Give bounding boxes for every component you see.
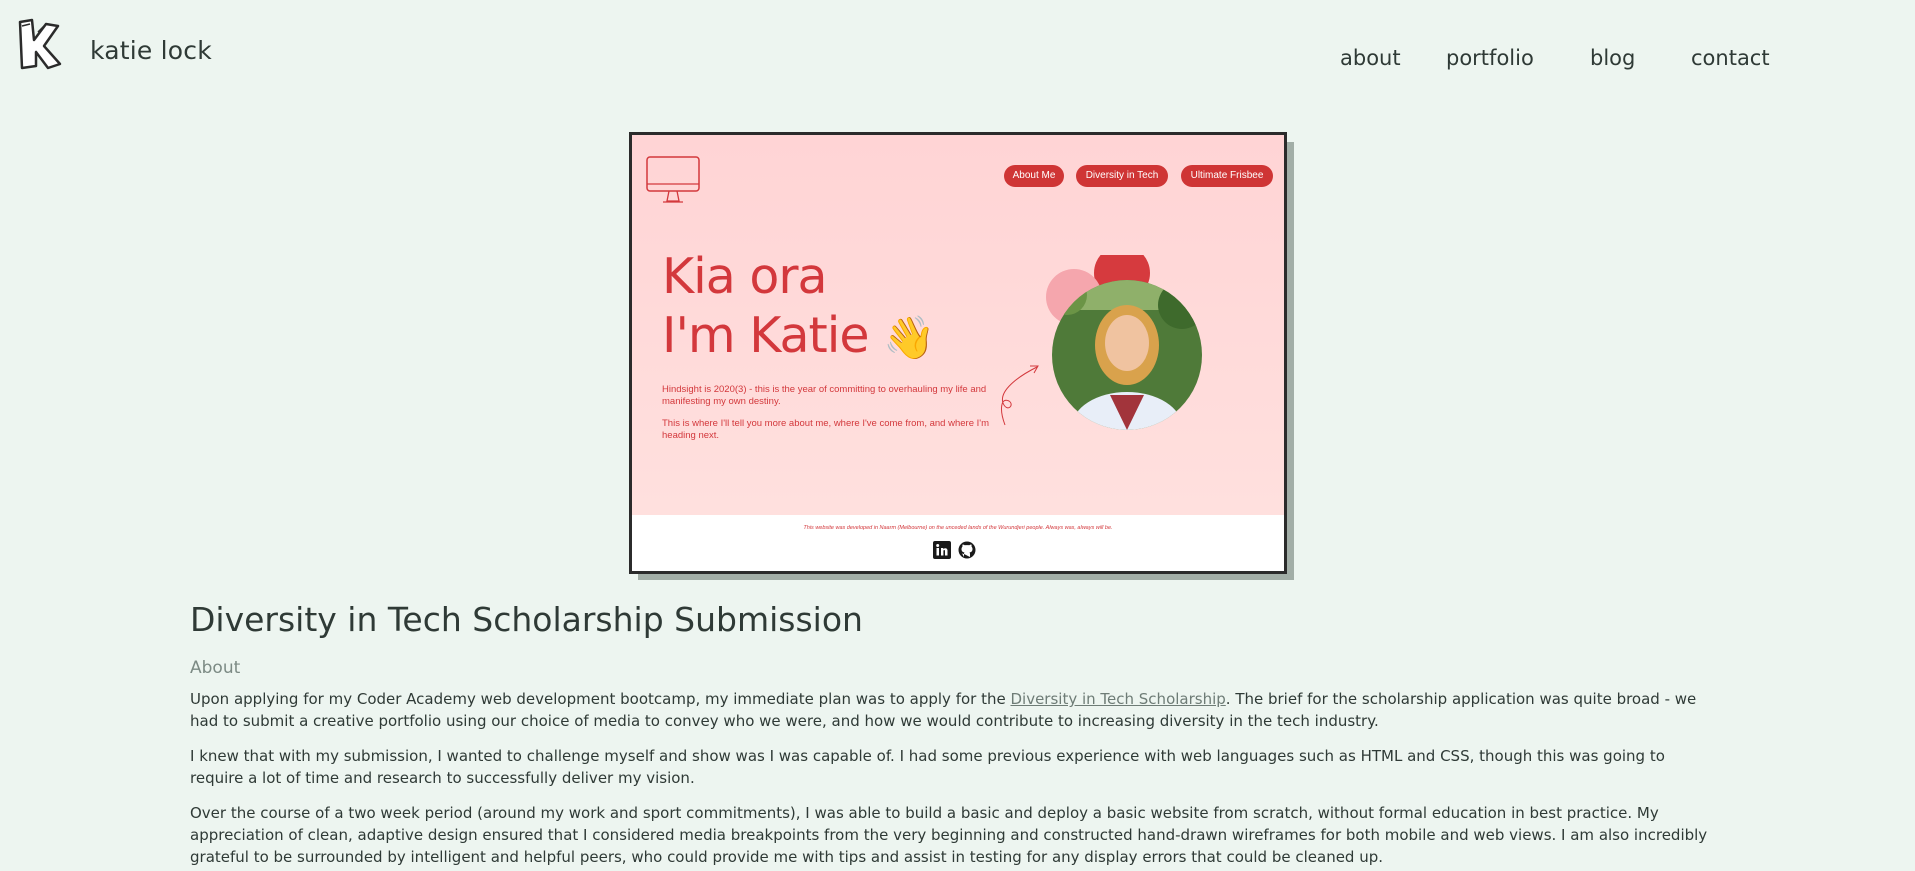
waving-hand-icon: 👋 [883,313,935,362]
diversity-scholarship-link[interactable]: Diversity in Tech Scholarship [1010,690,1225,708]
k-letter-logo-icon[interactable] [14,18,66,70]
article-title: Diversity in Tech Scholarship Submission [190,600,863,639]
site-title[interactable]: katie lock [90,36,212,65]
monitor-icon [646,156,700,203]
nav-blog[interactable]: blog [1590,46,1635,70]
pill-diversity-in-tech: Diversity in Tech [1076,165,1168,187]
nav-about[interactable]: about [1340,46,1401,70]
land-acknowledgement: This website was developed in Naarm (Mel… [803,525,1113,531]
hero-greeting: Kia ora [662,248,827,305]
website-screenshot: About Me Diversity in Tech Ultimate Fris… [629,132,1287,574]
profile-photo [1046,255,1202,430]
hero-paragraph-1: Hindsight is 2020(3) - this is the year … [662,384,987,407]
nav-portfolio[interactable]: portfolio [1446,46,1534,70]
hero-paragraph-2: This is where I'll tell you more about m… [662,418,989,441]
hero-name: I'm Katie 👋 [662,307,935,364]
section-heading-about: About [190,658,241,678]
pill-ultimate-frisbee: Ultimate Frisbee [1181,165,1273,187]
article-paragraph-3: Over the course of a two week period (ar… [190,804,1708,866]
article-paragraph-2: I knew that with my submission, I wanted… [190,747,1665,787]
paragraph-1-text-a: Upon applying for my Coder Academy web d… [190,690,1011,708]
pill-about-me: About Me [1004,165,1064,187]
article-paragraph-1: Upon applying for my Coder Academy web d… [190,688,1720,732]
nav-contact[interactable]: contact [1691,46,1770,70]
linkedin-icon [933,541,951,559]
hero-name-text: I'm Katie [662,307,869,364]
github-icon [958,541,976,559]
